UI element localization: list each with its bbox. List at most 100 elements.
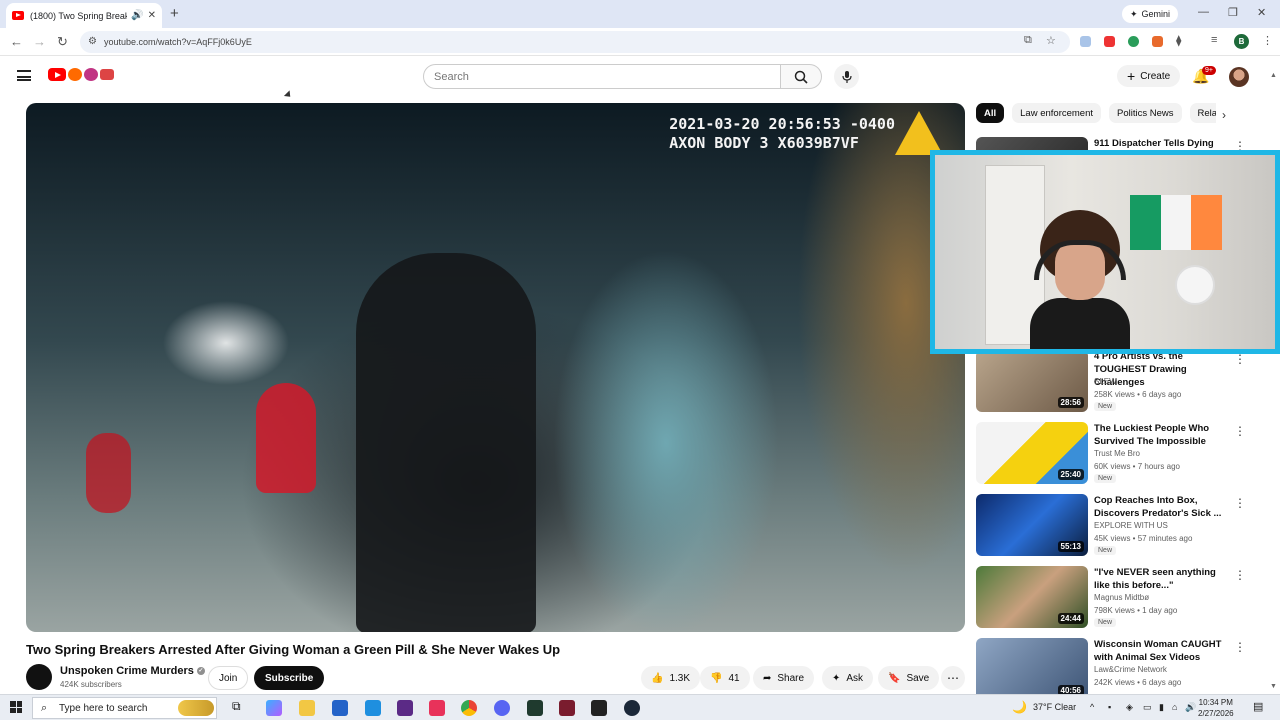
save-button[interactable]: 🔖 Save bbox=[878, 666, 940, 690]
recommendation-item[interactable]: 25:40 The Luckiest People Who Survived T… bbox=[976, 422, 1256, 486]
app-icon[interactable] bbox=[397, 700, 413, 716]
extension-2-icon[interactable] bbox=[1104, 36, 1115, 47]
more-options-icon[interactable]: ⋮ bbox=[1234, 568, 1246, 582]
like-button[interactable]: 👍 1.3K bbox=[641, 666, 701, 690]
windows-start-icon[interactable] bbox=[10, 701, 22, 713]
recommendation-item[interactable]: 28:56 4 Pro Artists vs. the TOUGHEST Dra… bbox=[976, 350, 1256, 414]
app-icon[interactable] bbox=[559, 700, 575, 716]
recommendation-channel[interactable]: EXPLORE WITH US bbox=[1094, 521, 1168, 530]
new-tab-button[interactable]: + bbox=[170, 5, 179, 22]
more-options-icon[interactable]: ⋮ bbox=[1234, 496, 1246, 510]
channel-name-link[interactable]: Unspoken Crime Murders ✓ bbox=[60, 665, 205, 677]
ask-button[interactable]: ✦ Ask bbox=[822, 666, 874, 690]
more-options-icon[interactable]: ⋮ bbox=[1234, 424, 1246, 438]
taskbar-clock[interactable]: 10:34 PM 2/27/2026 bbox=[1198, 697, 1234, 719]
chip-all[interactable]: All bbox=[976, 103, 1005, 123]
steam-icon[interactable] bbox=[624, 700, 640, 716]
site-info-icon[interactable]: ⚙ bbox=[88, 36, 97, 47]
recommendation-title[interactable]: "I've NEVER seen anything like this befo… bbox=[1094, 566, 1230, 592]
video-player[interactable]: 2021-03-20 20:56:53 -0400 AXON BODY 3 X6… bbox=[26, 103, 965, 632]
file-explorer-icon[interactable] bbox=[299, 700, 315, 716]
youtube-logo[interactable] bbox=[48, 68, 114, 81]
epic-games-icon[interactable] bbox=[591, 700, 607, 716]
more-options-icon[interactable]: ⋮ bbox=[1234, 640, 1246, 654]
user-avatar[interactable] bbox=[1229, 67, 1249, 87]
video-thumbnail[interactable]: 55:13 bbox=[976, 494, 1088, 556]
recommendation-channel[interactable]: Trust Me Bro bbox=[1094, 449, 1140, 458]
outlook-icon[interactable] bbox=[365, 700, 381, 716]
battery-icon[interactable]: ▮ bbox=[1159, 702, 1164, 713]
notification-center-icon[interactable]: ▤ bbox=[1253, 700, 1263, 713]
share-button[interactable]: ➦ Share bbox=[753, 666, 815, 690]
close-window-icon[interactable]: ✕ bbox=[1257, 6, 1266, 19]
recommendation-title[interactable]: Wisconsin Woman CAUGHT with Animal Sex V… bbox=[1094, 638, 1230, 664]
reading-list-icon[interactable]: ≡ bbox=[1211, 34, 1217, 46]
video-thumbnail[interactable]: 40:56 bbox=[976, 638, 1088, 700]
minimize-icon[interactable]: — bbox=[1198, 6, 1209, 18]
recommendation-title[interactable]: Cop Reaches Into Box, Discovers Predator… bbox=[1094, 494, 1230, 520]
recommendation-item[interactable]: 55:13 Cop Reaches Into Box, Discovers Pr… bbox=[976, 494, 1256, 558]
browser-tab-active[interactable]: (1800) Two Spring Breakers 🔊 ✕ bbox=[6, 3, 162, 28]
network-icon[interactable]: ⌂ bbox=[1172, 702, 1177, 712]
discord-icon[interactable] bbox=[494, 700, 510, 716]
recommendation-item[interactable]: 40:56 Wisconsin Woman CAUGHT with Animal… bbox=[976, 638, 1256, 702]
more-options-icon[interactable]: ⋮ bbox=[1234, 352, 1246, 366]
recommendation-meta: 798K views • 1 day ago bbox=[1094, 606, 1178, 615]
forward-icon[interactable]: → bbox=[33, 34, 46, 49]
recommendation-title[interactable]: The Luckiest People Who Survived The Imp… bbox=[1094, 422, 1230, 448]
hamburger-menu-icon[interactable] bbox=[17, 70, 31, 81]
chip-related[interactable]: Rela bbox=[1189, 103, 1216, 123]
recommendation-channel[interactable]: Law&Crime Network bbox=[1094, 665, 1167, 674]
close-tab-icon[interactable]: ✕ bbox=[148, 10, 156, 21]
gemini-button[interactable]: ✦ Gemini bbox=[1122, 5, 1179, 23]
browser-menu-icon[interactable]: ⋮ bbox=[1262, 34, 1273, 47]
scrollbar-up-arrow-icon[interactable]: ▲ bbox=[1270, 72, 1277, 79]
address-bar[interactable]: ⚙ youtube.com/watch?v=AqFFj0k6UyE bbox=[80, 31, 1070, 53]
microsoft-store-icon[interactable] bbox=[332, 700, 348, 716]
chip-politics-news[interactable]: Politics News bbox=[1109, 103, 1182, 123]
back-icon[interactable]: ← bbox=[10, 34, 23, 49]
browser-profile-avatar[interactable]: B bbox=[1234, 34, 1249, 49]
task-view-icon[interactable]: ⧉ bbox=[232, 699, 248, 715]
extension-4-icon[interactable] bbox=[1152, 36, 1163, 47]
copilot-icon[interactable] bbox=[266, 700, 282, 716]
more-actions-icon[interactable]: ⋯ bbox=[941, 666, 965, 690]
restore-icon[interactable]: ❐ bbox=[1228, 6, 1238, 19]
tray-app-icon[interactable]: ◈ bbox=[1126, 702, 1133, 713]
recommendation-title[interactable]: 911 Dispatcher Tells Dying bbox=[1094, 137, 1230, 150]
weather-text[interactable]: 37°F Clear bbox=[1033, 702, 1076, 712]
tray-app-icon[interactable]: ▭ bbox=[1143, 702, 1152, 713]
extensions-puzzle-icon[interactable]: ⧫ bbox=[1176, 34, 1181, 47]
search-highlight-icon[interactable] bbox=[178, 700, 214, 716]
volume-icon[interactable]: 🔊 bbox=[1185, 702, 1196, 713]
search-input[interactable]: Search bbox=[423, 64, 781, 89]
recommendation-channel[interactable]: Magnus Midtbø bbox=[1094, 593, 1149, 602]
thumbs-down-icon: 👎 bbox=[710, 672, 723, 684]
app-icon[interactable] bbox=[527, 700, 543, 716]
subscribe-button[interactable]: Subscribe bbox=[254, 666, 325, 690]
create-button[interactable]: + Create bbox=[1117, 65, 1181, 87]
channel-avatar[interactable] bbox=[26, 664, 52, 690]
tray-chevron-icon[interactable]: ^ bbox=[1090, 702, 1094, 712]
chrome-icon[interactable] bbox=[461, 700, 477, 716]
recommendation-item[interactable]: 24:44 "I've NEVER seen anything like thi… bbox=[976, 566, 1256, 630]
reload-icon[interactable]: ↻ bbox=[57, 34, 68, 50]
video-thumbnail[interactable]: 28:56 bbox=[976, 350, 1088, 412]
scrollbar-down-arrow-icon[interactable]: ▼ bbox=[1270, 683, 1277, 690]
extension-3-icon[interactable] bbox=[1128, 36, 1139, 47]
video-thumbnail[interactable]: 24:44 bbox=[976, 566, 1088, 628]
chip-law-enforcement[interactable]: Law enforcement bbox=[1012, 103, 1102, 123]
music-icon[interactable] bbox=[429, 700, 445, 716]
video-thumbnail[interactable]: 25:40 bbox=[976, 422, 1088, 484]
recommendation-channel[interactable]: SLEW bbox=[1094, 377, 1117, 386]
tray-app-icon[interactable]: ▪ bbox=[1108, 702, 1111, 712]
extension-1-icon[interactable] bbox=[1080, 36, 1091, 47]
bookmark-star-icon[interactable]: ☆ bbox=[1046, 34, 1056, 47]
search-button[interactable] bbox=[780, 64, 822, 89]
install-app-icon[interactable]: ⧉ bbox=[1024, 34, 1032, 47]
chevron-right-icon[interactable]: › bbox=[1222, 108, 1226, 122]
dislike-button[interactable]: 👎 41 bbox=[700, 666, 750, 690]
speaker-icon[interactable]: 🔊 bbox=[131, 10, 143, 21]
voice-search-button[interactable] bbox=[834, 64, 859, 89]
join-button[interactable]: Join bbox=[208, 666, 249, 690]
